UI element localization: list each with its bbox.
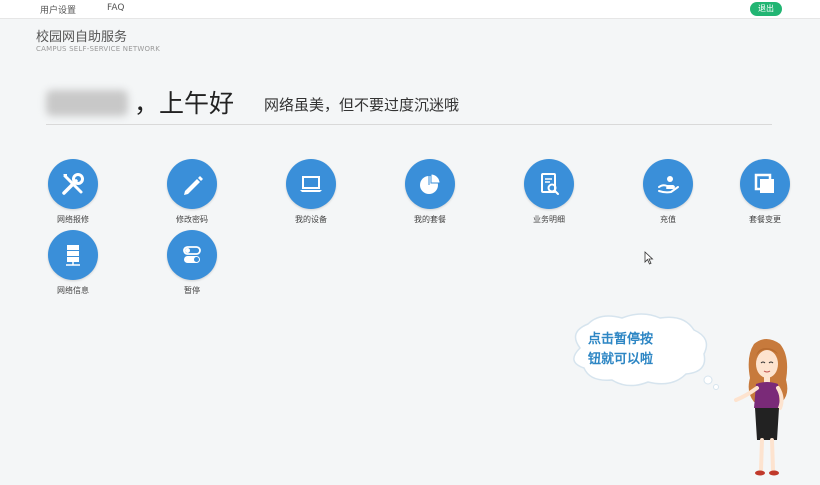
tile-label: 修改密码 [176,215,208,224]
tile-network-repair[interactable]: 网络报修 [33,159,113,225]
cartoon-guide-character [734,339,788,476]
tile-my-devices[interactable]: 我的设备 [271,159,351,225]
tip-line-1: 点击暂停按 [588,332,654,347]
tile-change-password[interactable]: 修改密码 [152,159,232,225]
tile-label: 套餐变更 [749,215,781,224]
tile-label: 网络信息 [57,286,89,295]
faq-link[interactable]: FAQ [107,3,124,13]
tile-label: 网络报修 [57,215,89,224]
tile-business-details[interactable]: 业务明细 [509,159,589,225]
top-bar: 用户设置 FAQ 退出 [0,0,820,19]
hand-coin-icon [658,176,679,194]
greeting-slogan: 网络虽美，但不要过度沉迷哦 [264,96,460,114]
laptop-icon [300,176,322,192]
server-icon [66,245,80,266]
brand-title: 校园网自助服务 [36,30,128,45]
document-search-icon [541,173,559,195]
tile-pause[interactable]: 暂停 [152,230,232,296]
tile-label: 充值 [660,215,676,224]
tip-text: 点击暂停按 钮就可以啦 [588,330,708,370]
tile-my-package[interactable]: 我的套餐 [390,159,470,225]
tile-label: 我的套餐 [414,215,446,224]
wrench-screwdriver-icon [62,173,84,195]
user-settings-link[interactable]: 用户设置 [40,3,76,16]
pie-chart-icon [420,173,441,194]
mouse-cursor-icon [644,251,654,265]
tile-label: 暂停 [184,286,200,295]
divider [46,124,772,125]
toggle-switch-icon [183,246,201,263]
windows-stack-icon [754,173,774,193]
tile-label: 业务明细 [533,215,565,224]
greeting-text: ，上午好 [134,89,235,118]
tile-recharge[interactable]: 充值 [628,159,708,225]
logout-button[interactable]: 退出 [750,2,782,16]
tip-line-2: 钮就可以啦 [588,352,654,367]
tile-network-info[interactable]: 网络信息 [33,230,113,296]
tile-label: 我的设备 [295,215,327,224]
tile-package-change[interactable]: 套餐变更 [725,159,805,225]
blurred-user-name [46,90,128,116]
brand-subtitle: CAMPUS SELF-SERVICE NETWORK [36,45,161,53]
pencil-icon [184,176,203,195]
